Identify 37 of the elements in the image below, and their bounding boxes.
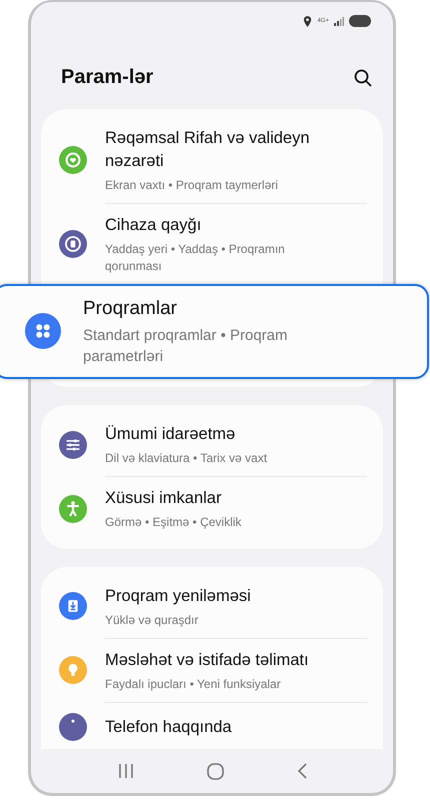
signal-icon	[334, 16, 344, 26]
home-icon[interactable]	[206, 762, 224, 780]
item-title: Cihaza qayğı	[105, 215, 202, 236]
item-subtitle: Görmə • Eşitmə • Çeviklik	[105, 514, 242, 530]
battery-icon	[349, 15, 371, 27]
item-subtitle: Yaddaş yeri • Yaddaş • Proqramın qorunması	[105, 241, 286, 274]
item-title: Məsləhət və istifadə təlimatı	[105, 650, 309, 671]
lightbulb-icon	[59, 656, 87, 684]
item-subtitle: Yüklə və quraşdır	[105, 612, 200, 628]
sliders-icon	[59, 430, 87, 459]
person-icon	[59, 494, 87, 523]
item-title: Proqramlar	[83, 296, 178, 321]
item-subtitle: Ekran vaxtı • Proqram taymerləri	[105, 177, 279, 194]
download-icon	[59, 592, 87, 620]
apps-icon	[25, 313, 61, 350]
settings-item[interactable]: Ümumi idarəetmə Dil və klaviatura • Tarix və vaxt	[41, 412, 383, 476]
item-subtitle: Dil və klaviatura • Tarix və vaxt	[105, 450, 268, 466]
item-title: Proqram yeniləməsi	[105, 586, 251, 606]
settings-item[interactable]: Məsləhət və istifadə təlimatı Faydalı ipucları • Yeni funksiyalar	[41, 638, 383, 702]
device-care-icon	[59, 230, 87, 258]
settings-item[interactable]: Proqramlar Standart proqramlar • Proqram parametrləri	[0, 284, 429, 379]
back-icon[interactable]	[296, 763, 306, 779]
settings-item[interactable]: Telefon haqqında	[41, 703, 383, 749]
item-title: Telefon haqqında	[105, 716, 232, 738]
item-title: Xüsusi imkanlar	[105, 488, 222, 510]
search-button[interactable]	[353, 68, 373, 88]
item-subtitle: Faydalı ipucları • Yeni funksiyalar	[105, 676, 282, 692]
recent-apps-icon[interactable]	[118, 764, 134, 778]
item-title: Ümumi idarəetmə	[105, 424, 236, 445]
item-title: Rəqəmsal Rifah və valideyn nəzarəti	[105, 128, 311, 172]
settings-item[interactable]: Rəqəmsal Rifah və valideyn nəzarəti Ekran vaxtı • Proqram taymerləri	[41, 117, 383, 204]
settings-item[interactable]: Xüsusi imkanlar Görmə • Eşitmə • Çeviklik	[41, 477, 383, 540]
page-title: Param-lər	[61, 66, 154, 89]
item-subtitle: Standart proqramlar • Proqram parametrləri	[83, 326, 288, 367]
settings-item[interactable]: Cihaza qayğı Yaddaş yeri • Yaddaş • Proqramın qorunması	[41, 204, 383, 284]
location-icon	[303, 16, 312, 26]
settings-item[interactable]: Proqram yeniləməsi Yüklə və quraşdır	[41, 574, 383, 638]
